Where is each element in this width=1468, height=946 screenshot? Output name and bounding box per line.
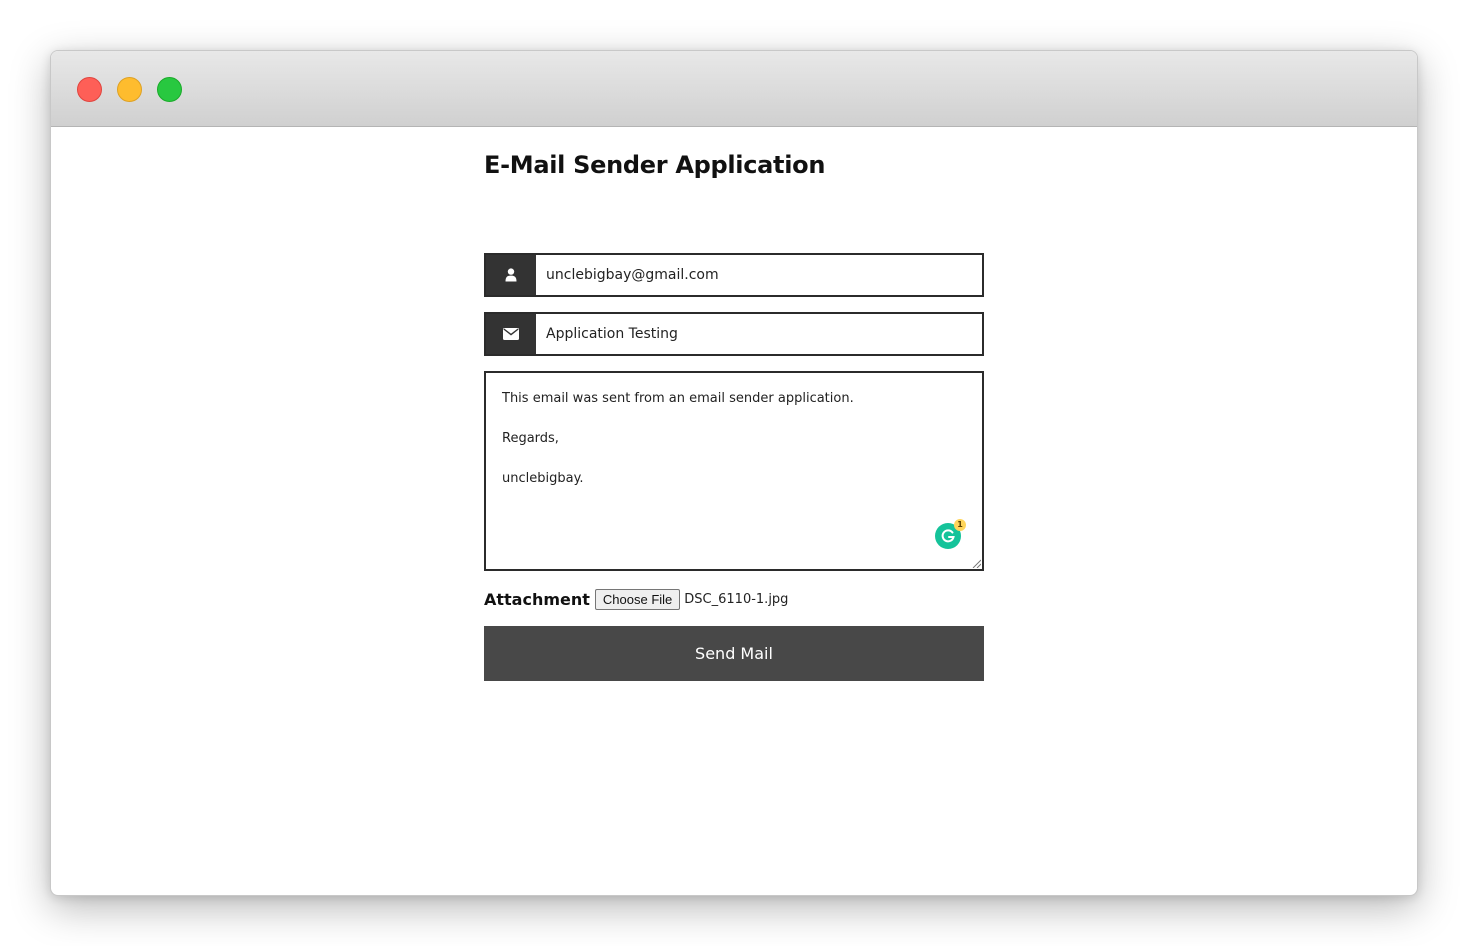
envelope-icon <box>486 314 536 354</box>
grammarly-icon[interactable]: 1 <box>935 519 966 549</box>
message-line: Regards, <box>502 431 559 446</box>
minimize-window-button[interactable] <box>117 77 142 102</box>
page-title: E-Mail Sender Application <box>484 151 826 179</box>
subject-input-group <box>484 312 984 356</box>
grammarly-badge: 1 <box>954 519 966 531</box>
user-icon <box>486 255 536 295</box>
window-titlebar <box>51 51 1417 127</box>
browser-window: E-Mail Sender Application This email was… <box>50 50 1418 896</box>
subject-input[interactable] <box>536 314 982 354</box>
recipient-input-group <box>484 253 984 297</box>
recipient-email-input[interactable] <box>536 255 982 295</box>
selected-file-name: DSC_6110-1.jpg <box>684 591 789 607</box>
choose-file-button[interactable]: Choose File <box>594 588 681 610</box>
attachment-label: Attachment <box>484 589 590 609</box>
resize-handle-icon[interactable] <box>971 558 981 568</box>
message-line: unclebigbay. <box>502 471 584 486</box>
send-mail-button[interactable]: Send Mail <box>484 626 984 681</box>
close-window-button[interactable] <box>77 77 102 102</box>
message-textarea[interactable]: This email was sent from an email sender… <box>484 371 984 571</box>
message-line: This email was sent from an email sender… <box>502 391 854 406</box>
maximize-window-button[interactable] <box>157 77 182 102</box>
attachment-row: Attachment Choose File DSC_6110-1.jpg <box>484 588 788 610</box>
